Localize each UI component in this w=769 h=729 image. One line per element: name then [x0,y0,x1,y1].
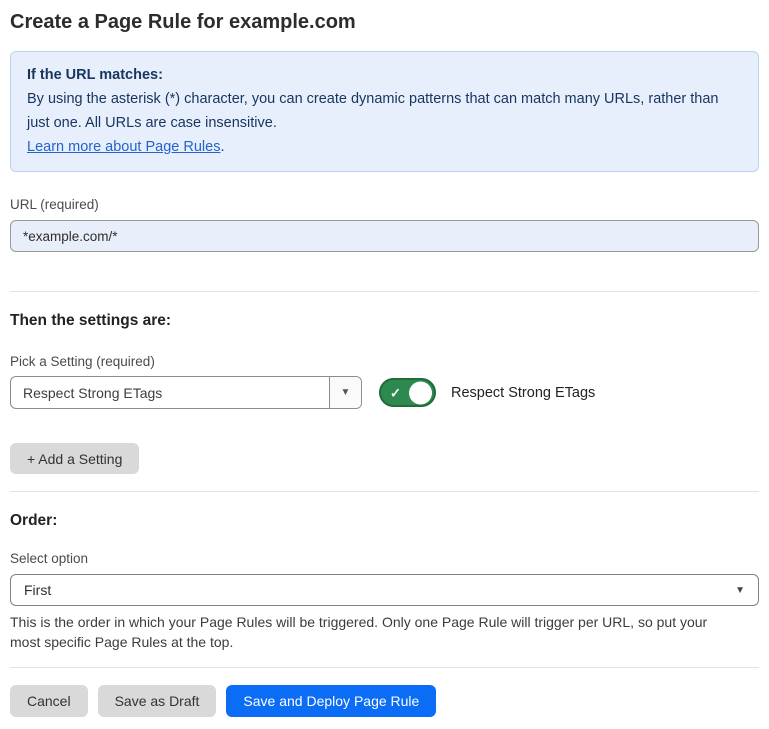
setting-dropdown-value: Respect Strong ETags [11,377,329,408]
save-and-deploy-button[interactable]: Save and Deploy Page Rule [226,685,436,717]
toggle-knob [409,381,432,404]
url-field-label: URL (required) [10,197,759,212]
url-input[interactable] [10,220,759,252]
footer-buttons: Cancel Save as Draft Save and Deploy Pag… [10,685,759,717]
order-help-text: This is the order in which your Page Rul… [10,613,730,652]
setting-toggle[interactable]: ✓ [379,378,436,407]
settings-section-heading: Then the settings are: [10,312,759,330]
order-section-heading: Order: [10,512,759,530]
section-divider [10,291,759,292]
order-select-value: First [24,582,51,598]
save-as-draft-button[interactable]: Save as Draft [98,685,217,717]
url-matches-info-box: If the URL matches: By using the asteris… [10,51,759,172]
link-suffix: . [220,139,224,155]
order-select[interactable]: First ▼ [10,574,759,606]
check-icon: ✓ [390,386,401,399]
info-box-heading: If the URL matches: [27,63,742,87]
pick-setting-label: Pick a Setting (required) [10,354,759,369]
setting-row: Respect Strong ETags ▼ ✓ Respect Strong … [10,376,759,409]
chevron-down-icon: ▼ [341,387,351,398]
chevron-down-icon: ▼ [735,585,745,596]
info-box-link-line: Learn more about Page Rules. [27,135,742,159]
section-divider [10,491,759,492]
info-box-body: By using the asterisk (*) character, you… [27,87,742,135]
setting-dropdown-button[interactable]: ▼ [329,377,361,408]
toggle-label: Respect Strong ETags [451,385,595,401]
order-select-label: Select option [10,551,759,566]
footer-divider [10,667,759,668]
learn-more-link[interactable]: Learn more about Page Rules [27,139,220,155]
page-title: Create a Page Rule for example.com [10,11,759,34]
setting-dropdown[interactable]: Respect Strong ETags ▼ [10,376,362,409]
page-rule-form: Create a Page Rule for example.com If th… [0,11,769,717]
add-setting-button[interactable]: + Add a Setting [10,443,139,474]
cancel-button[interactable]: Cancel [10,685,88,717]
